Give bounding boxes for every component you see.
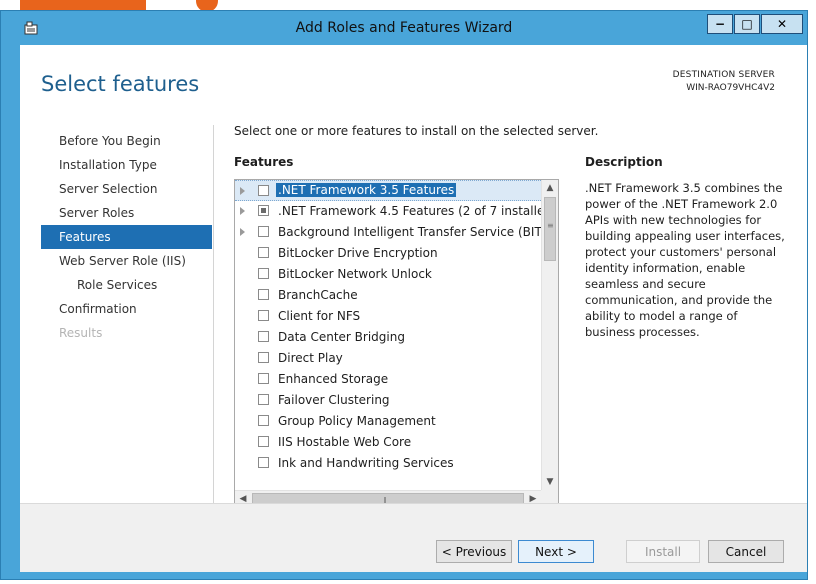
wizard-nav: Before You Begin Installation Type Serve… bbox=[41, 129, 212, 345]
nav-divider bbox=[213, 125, 214, 510]
feature-label: BitLocker Drive Encryption bbox=[278, 246, 438, 260]
next-button[interactable]: Next > bbox=[518, 540, 594, 563]
nav-item-server-selection[interactable]: Server Selection bbox=[41, 177, 212, 201]
wizard-content: Select features DESTINATION SERVER WIN-R… bbox=[20, 45, 807, 572]
feature-checkbox[interactable] bbox=[258, 185, 269, 196]
expand-arrow-icon[interactable] bbox=[240, 187, 245, 195]
description-text: .NET Framework 3.5 combines the power of… bbox=[585, 181, 785, 339]
page-title: Select features bbox=[41, 72, 200, 96]
feature-row[interactable]: Background Intelligent Transfer Service … bbox=[235, 222, 541, 243]
nav-item-server-roles[interactable]: Server Roles bbox=[41, 201, 212, 225]
feature-checkbox[interactable] bbox=[258, 436, 269, 447]
feature-checkbox[interactable] bbox=[258, 268, 269, 279]
wizard-window: Add Roles and Features Wizard − □ ✕ Sele… bbox=[0, 10, 808, 580]
grip-icon: ≡ bbox=[547, 221, 554, 230]
feature-label: Group Policy Management bbox=[278, 414, 436, 428]
scroll-up-arrow-icon[interactable]: ▲ bbox=[542, 180, 558, 196]
expand-arrow-icon[interactable] bbox=[240, 228, 245, 236]
nav-item-before-you-begin[interactable]: Before You Begin bbox=[41, 129, 212, 153]
nav-item-installation-type[interactable]: Installation Type bbox=[41, 153, 212, 177]
destination-server-label: DESTINATION SERVER bbox=[672, 70, 775, 80]
feature-label: Data Center Bridging bbox=[278, 330, 405, 344]
feature-row[interactable]: Enhanced Storage bbox=[235, 369, 541, 390]
feature-checkbox[interactable] bbox=[258, 310, 269, 321]
feature-label: Direct Play bbox=[278, 351, 343, 365]
feature-checkbox[interactable] bbox=[258, 205, 269, 216]
minimize-button[interactable]: − bbox=[707, 14, 733, 34]
feature-label: Enhanced Storage bbox=[278, 372, 389, 386]
feature-row[interactable]: BitLocker Drive Encryption bbox=[235, 243, 541, 264]
vertical-scroll-thumb[interactable]: ≡ bbox=[544, 197, 556, 261]
feature-row[interactable]: Failover Clustering bbox=[235, 390, 541, 411]
feature-row[interactable]: Direct Play bbox=[235, 348, 541, 369]
nav-item-role-services[interactable]: Role Services bbox=[41, 273, 212, 297]
feature-row[interactable]: .NET Framework 3.5 Features bbox=[235, 180, 541, 201]
feature-checkbox[interactable] bbox=[258, 415, 269, 426]
nav-item-features[interactable]: Features bbox=[41, 225, 212, 249]
feature-row[interactable]: Data Center Bridging bbox=[235, 327, 541, 348]
description-heading: Description bbox=[585, 155, 663, 169]
title-bar[interactable]: Add Roles and Features Wizard − □ ✕ bbox=[1, 11, 807, 45]
feature-label: Ink and Handwriting Services bbox=[278, 456, 454, 470]
feature-label: BitLocker Network Unlock bbox=[278, 267, 432, 281]
wizard-footer: < Previous Next > Install Cancel bbox=[20, 503, 807, 572]
feature-checkbox[interactable] bbox=[258, 373, 269, 384]
nav-item-web-server-role[interactable]: Web Server Role (IIS) bbox=[41, 249, 212, 273]
previous-button[interactable]: < Previous bbox=[436, 540, 512, 563]
cancel-button[interactable]: Cancel bbox=[708, 540, 784, 563]
feature-label: Background Intelligent Transfer Service … bbox=[278, 225, 541, 239]
features-list: .NET Framework 3.5 Features .NET Framewor… bbox=[235, 180, 541, 490]
feature-label: .NET Framework 4.5 Features (2 of 7 inst… bbox=[278, 204, 541, 218]
feature-checkbox[interactable] bbox=[258, 394, 269, 405]
vertical-scrollbar[interactable]: ▲ ≡ ▼ bbox=[541, 180, 558, 490]
feature-row[interactable]: Client for NFS bbox=[235, 306, 541, 327]
install-button: Install bbox=[626, 540, 700, 563]
features-heading: Features bbox=[234, 155, 294, 169]
nav-item-confirmation[interactable]: Confirmation bbox=[41, 297, 212, 321]
expand-arrow-icon[interactable] bbox=[240, 207, 245, 215]
feature-checkbox[interactable] bbox=[258, 247, 269, 258]
feature-checkbox[interactable] bbox=[258, 289, 269, 300]
feature-label: Client for NFS bbox=[278, 309, 361, 323]
feature-checkbox[interactable] bbox=[258, 331, 269, 342]
feature-row[interactable]: BitLocker Network Unlock bbox=[235, 264, 541, 285]
destination-server-name: WIN-RAO79VHC4V2 bbox=[686, 83, 775, 93]
feature-checkbox[interactable] bbox=[258, 352, 269, 363]
feature-row[interactable]: IIS Hostable Web Core bbox=[235, 432, 541, 453]
features-tree[interactable]: .NET Framework 3.5 Features .NET Framewor… bbox=[234, 179, 559, 508]
nav-item-results: Results bbox=[59, 326, 103, 340]
window-title: Add Roles and Features Wizard bbox=[295, 20, 513, 36]
feature-label: IIS Hostable Web Core bbox=[278, 435, 412, 449]
feature-checkbox[interactable] bbox=[258, 226, 269, 237]
feature-row[interactable]: BranchCache bbox=[235, 285, 541, 306]
feature-label: BranchCache bbox=[278, 288, 358, 302]
feature-label: Failover Clustering bbox=[278, 393, 390, 407]
feature-row[interactable]: .NET Framework 4.5 Features (2 of 7 inst… bbox=[235, 201, 541, 222]
feature-checkbox[interactable] bbox=[258, 457, 269, 468]
feature-row[interactable]: Group Policy Management bbox=[235, 411, 541, 432]
feature-row[interactable]: Ink and Handwriting Services bbox=[235, 453, 541, 474]
instruction-text: Select one or more features to install o… bbox=[234, 124, 599, 138]
feature-label: .NET Framework 3.5 Features bbox=[276, 183, 457, 197]
maximize-button[interactable]: □ bbox=[734, 14, 760, 34]
scroll-down-arrow-icon[interactable]: ▼ bbox=[542, 474, 558, 490]
close-button[interactable]: ✕ bbox=[761, 14, 803, 34]
